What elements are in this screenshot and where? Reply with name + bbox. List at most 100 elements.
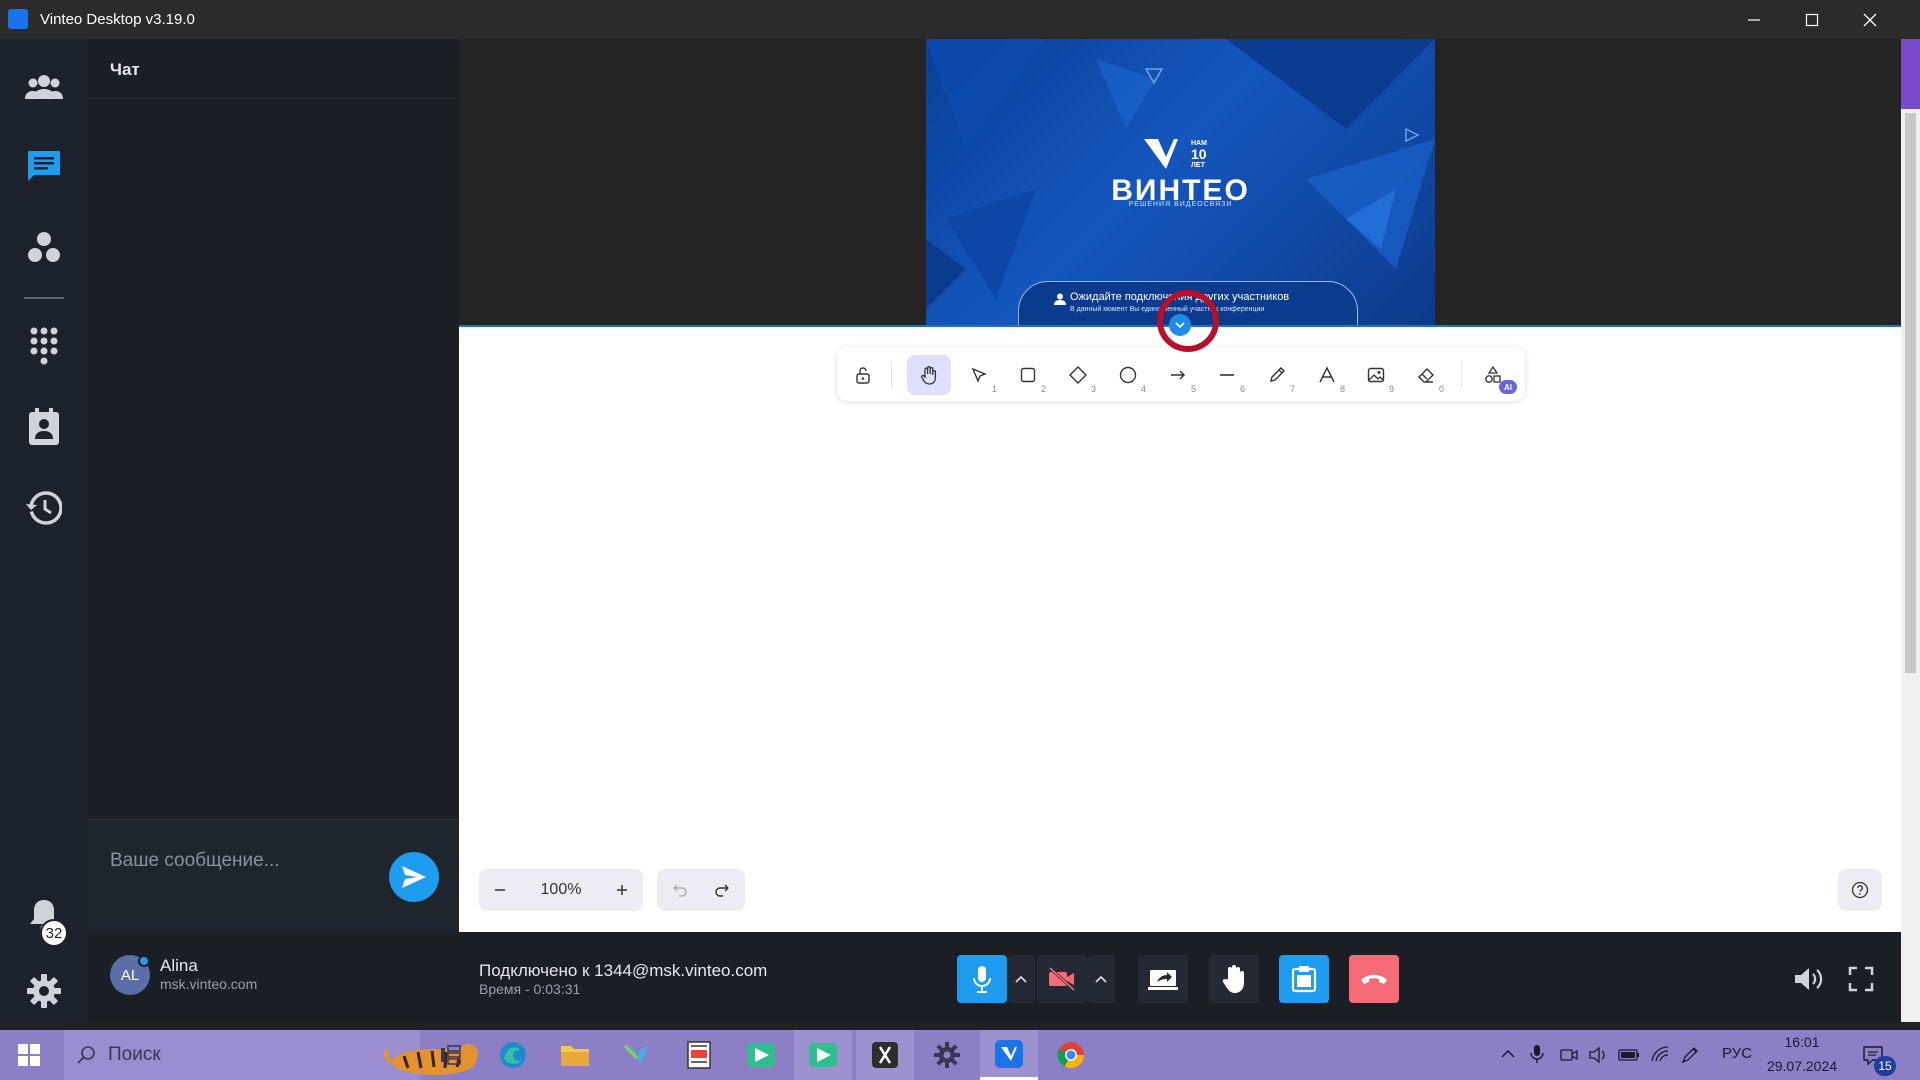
sidebar-item-contacts[interactable] — [16, 399, 72, 455]
tool-draw[interactable]: 7 — [1255, 355, 1299, 395]
taskbar-app-document[interactable] — [670, 1030, 728, 1080]
microphone-options-button[interactable] — [1007, 955, 1035, 1003]
tool-shortcut-number: 7 — [1289, 384, 1295, 394]
chat-message-input[interactable]: Ваше сообщение... — [88, 819, 459, 932]
user-name: Alina — [160, 956, 198, 975]
tool-eraser[interactable]: 0 — [1404, 355, 1448, 395]
zoom-level[interactable]: 100% — [533, 881, 589, 899]
window-scrollbar[interactable] — [1901, 39, 1920, 1022]
taskbar-search[interactable]: Поиск — [64, 1030, 478, 1080]
taskbar-edge[interactable] — [484, 1030, 542, 1080]
person-icon — [1054, 293, 1066, 305]
connection-status: Подключено к 1344@msk.vinteo.com — [479, 961, 768, 980]
tray-battery-icon[interactable] — [1618, 1048, 1640, 1062]
sidebar-item-dialpad[interactable] — [16, 318, 72, 374]
zoom-in-button[interactable] — [601, 869, 643, 911]
tool-select[interactable]: 1 — [957, 355, 1001, 395]
tool-lock[interactable] — [841, 355, 885, 395]
taskbar-app-bird[interactable] — [608, 1030, 666, 1080]
tray-microphone-icon[interactable] — [1530, 1044, 1544, 1064]
chat-header-divider — [88, 98, 459, 99]
task-view-button[interactable] — [422, 1030, 480, 1080]
sidebar-item-history[interactable] — [16, 480, 72, 536]
volume-button[interactable] — [1790, 955, 1830, 1003]
tool-shortcut-number: 5 — [1190, 384, 1196, 394]
zoom-out-button[interactable] — [479, 869, 521, 911]
image-icon — [1367, 367, 1385, 383]
slide-years-line3: ЛЕТ — [1191, 162, 1205, 169]
maximize-button[interactable] — [1784, 0, 1840, 39]
avatar: AL — [110, 955, 150, 995]
hang-up-button[interactable] — [1349, 955, 1399, 1003]
tray-date[interactable]: 29.07.2024 — [1762, 1058, 1842, 1074]
tray-pen-icon[interactable] — [1680, 1045, 1700, 1065]
status-dot — [138, 955, 150, 967]
scrollbar-thumb[interactable] — [1905, 113, 1916, 673]
chat-icon — [28, 151, 60, 181]
settings-button[interactable] — [16, 963, 72, 1019]
taskbar-app-x[interactable] — [856, 1030, 914, 1080]
help-icon — [1851, 881, 1869, 899]
taskbar-file-explorer[interactable] — [546, 1030, 604, 1080]
tool-line[interactable]: 6 — [1205, 355, 1249, 395]
help-button[interactable] — [1838, 869, 1882, 911]
taskbar-vinteo[interactable] — [980, 1030, 1038, 1080]
tool-hand[interactable] — [907, 355, 951, 395]
messenger-app-icon — [747, 1043, 775, 1067]
tray-wifi-icon[interactable] — [1650, 1045, 1670, 1063]
minimize-icon — [1748, 18, 1760, 21]
whiteboard-button[interactable] — [1279, 955, 1329, 1003]
camera-options-button[interactable] — [1087, 955, 1115, 1003]
tool-diamond[interactable]: 3 — [1056, 355, 1100, 395]
tool-ellipse[interactable]: 4 — [1106, 355, 1150, 395]
send-button[interactable] — [389, 852, 439, 902]
toolbar-divider — [891, 361, 892, 387]
action-center-count-badge: 15 — [1874, 1056, 1896, 1076]
contacts-icon — [29, 408, 59, 445]
undo-button[interactable] — [659, 869, 701, 911]
microphone-button[interactable] — [957, 955, 1007, 1003]
sidebar-item-groups[interactable] — [16, 219, 72, 275]
tray-language[interactable]: РУС — [1722, 1045, 1752, 1062]
tray-expand-icon[interactable] — [1500, 1048, 1516, 1060]
close-button[interactable] — [1842, 0, 1898, 39]
tool-text[interactable]: 8 — [1305, 355, 1349, 395]
minimize-button[interactable] — [1726, 0, 1782, 39]
plus-icon — [617, 885, 627, 895]
tool-image[interactable]: 9 — [1354, 355, 1398, 395]
tray-time[interactable]: 16:01 — [1766, 1034, 1838, 1050]
messenger-app-icon — [809, 1043, 837, 1067]
tool-arrow[interactable]: 5 — [1156, 355, 1200, 395]
whiteboard-canvas[interactable] — [459, 325, 1901, 932]
taskbar-app-green-1[interactable] — [732, 1030, 790, 1080]
fullscreen-button[interactable] — [1841, 955, 1881, 1003]
notifications-count-badge: 32 — [40, 919, 68, 947]
vinteo-logo-icon — [1144, 139, 1178, 169]
start-button[interactable] — [0, 1030, 58, 1080]
chat-panel: Чат — [88, 39, 459, 932]
sidebar-item-chat[interactable] — [16, 138, 72, 194]
sidebar-item-participants[interactable] — [16, 59, 72, 115]
search-label: Поиск — [108, 1044, 161, 1065]
tray-camera-icon[interactable] — [1560, 1047, 1578, 1063]
select-cursor-icon — [971, 367, 987, 383]
call-duration: Время - 0:03:31 — [479, 981, 581, 997]
pencil-icon — [1270, 367, 1285, 382]
tool-shortcut-number: 8 — [1339, 384, 1345, 394]
taskbar-app-green-2[interactable] — [794, 1030, 852, 1080]
raise-hand-button[interactable] — [1209, 955, 1259, 1003]
camera-button[interactable] — [1037, 955, 1087, 1003]
tool-rectangle[interactable]: 2 — [1006, 355, 1050, 395]
ellipse-icon — [1119, 366, 1137, 384]
redo-button[interactable] — [701, 869, 743, 911]
app-logo-icon — [8, 9, 28, 29]
participants-icon — [25, 75, 63, 99]
taskbar-chrome[interactable] — [1042, 1030, 1100, 1080]
screen-share-button[interactable] — [1138, 955, 1188, 1003]
taskbar-settings[interactable] — [918, 1030, 976, 1080]
window-titlebar: Vinteo Desktop v3.19.0 — [0, 0, 1920, 39]
slide-subtitle: РЕШЕНИЯ ВИДЕОСВЯЗИ — [1128, 201, 1233, 208]
windows-logo-icon — [18, 1044, 40, 1066]
fullscreen-icon — [1848, 966, 1874, 992]
tray-volume-icon[interactable] — [1588, 1046, 1608, 1064]
